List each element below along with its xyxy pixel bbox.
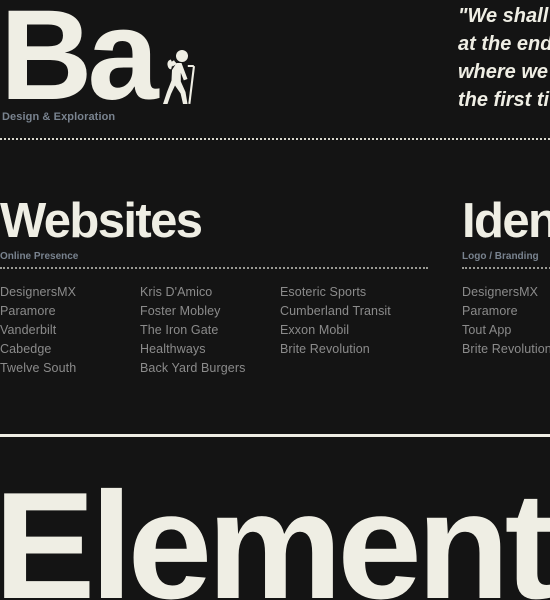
section-identity: Iden Logo / Branding DesignersMX Paramor… <box>462 195 550 359</box>
header-divider <box>0 138 550 140</box>
brand-wordmark: Ba <box>0 0 159 127</box>
list-item[interactable]: Twelve South <box>0 359 140 378</box>
section-title-websites: Websites <box>0 194 203 248</box>
section-separator-rule <box>0 434 550 437</box>
page-root: Ba Design & Exploration "We shall at the… <box>0 0 550 600</box>
quote-line: "We shall <box>458 5 549 27</box>
section-title-identity: Iden <box>462 194 550 248</box>
header-quote: "We shall at the end where we the first … <box>458 2 550 114</box>
websites-column-3: Esoteric Sports Cumberland Transit Exxon… <box>280 283 420 378</box>
list-item[interactable]: Back Yard Burgers <box>140 359 280 378</box>
list-item[interactable]: Cabedge <box>0 340 140 359</box>
list-item[interactable]: Brite Revolution <box>462 340 550 359</box>
list-item[interactable]: Tout App <box>462 321 550 340</box>
list-item[interactable]: DesignersMX <box>462 283 550 302</box>
list-item[interactable]: Brite Revolution <box>280 340 420 359</box>
list-item[interactable]: Cumberland Transit <box>280 302 420 321</box>
brand-logo[interactable]: Ba <box>0 0 198 120</box>
hiker-icon <box>156 48 198 106</box>
list-item[interactable]: Vanderbilt <box>0 321 140 340</box>
list-item[interactable]: Paramore <box>462 302 550 321</box>
websites-column-2: Kris D'Amico Foster Mobley The Iron Gate… <box>140 283 280 378</box>
section-websites: Websites Online Presence DesignersMX Par… <box>0 195 428 378</box>
quote-line: the first ti <box>458 89 550 111</box>
section-divider-websites <box>0 267 428 269</box>
section-subtitle-identity: Logo / Branding <box>462 251 539 262</box>
list-item[interactable]: Esoteric Sports <box>280 283 420 302</box>
list-item[interactable]: Foster Mobley <box>140 302 280 321</box>
identity-columns: DesignersMX Paramore Tout App Brite Revo… <box>462 283 550 359</box>
section-subtitle-websites: Online Presence <box>0 251 79 262</box>
identity-column-1: DesignersMX Paramore Tout App Brite Revo… <box>462 283 550 359</box>
list-item[interactable]: Healthways <box>140 340 280 359</box>
list-item[interactable]: Paramore <box>0 302 140 321</box>
quote-line: where we <box>458 61 549 83</box>
websites-column-1: DesignersMX Paramore Vanderbilt Cabedge … <box>0 283 140 378</box>
site-header: Ba Design & Exploration "We shall at the… <box>0 0 550 138</box>
websites-columns: DesignersMX Paramore Vanderbilt Cabedge … <box>0 283 428 378</box>
brand-tagline: Design & Exploration <box>2 111 116 123</box>
quote-line: at the end <box>458 33 550 55</box>
list-item[interactable]: DesignersMX <box>0 283 140 302</box>
list-item[interactable]: The Iron Gate <box>140 321 280 340</box>
list-item[interactable]: Exxon Mobil <box>280 321 420 340</box>
list-item[interactable]: Kris D'Amico <box>140 283 280 302</box>
section-divider-identity <box>462 267 550 269</box>
footer-heading-element: Element <box>0 461 550 600</box>
